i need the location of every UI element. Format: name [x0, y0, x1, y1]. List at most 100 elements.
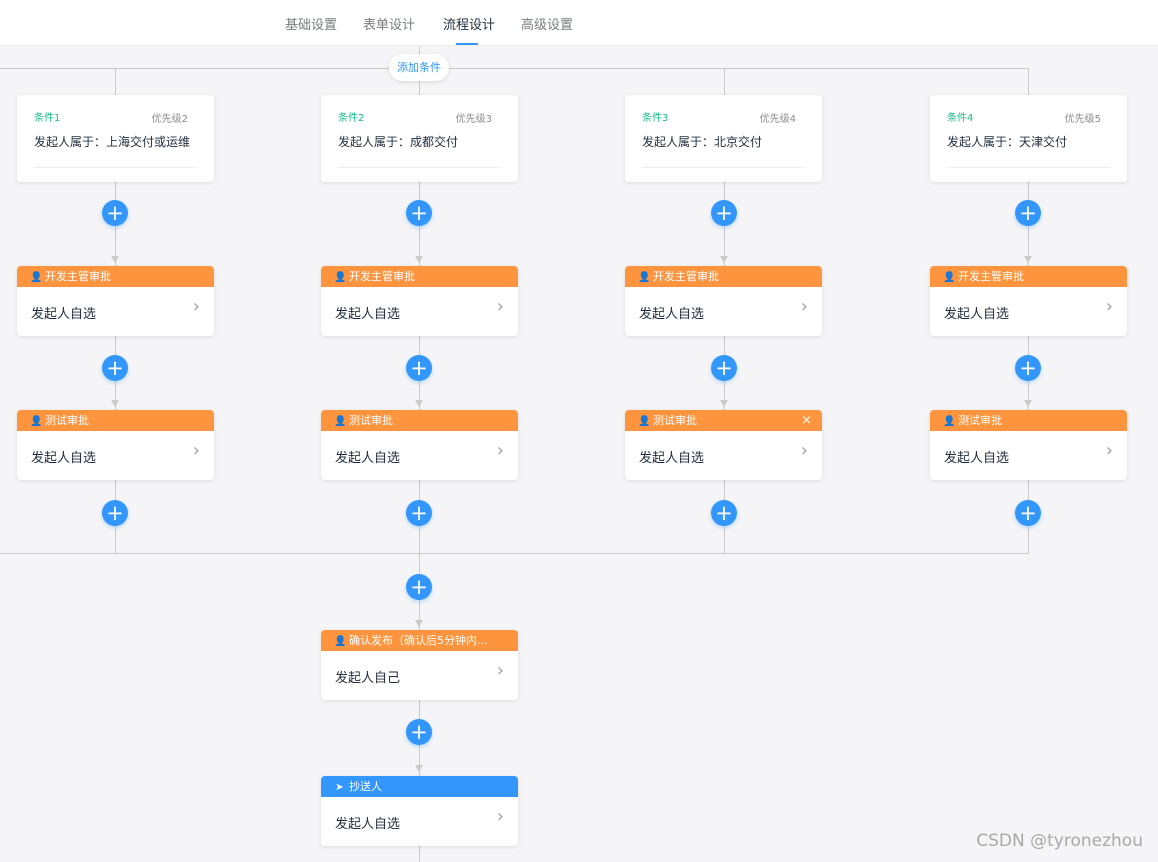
tab-form-design[interactable]: 表单设计 — [363, 14, 415, 33]
node-title: 开发主管审批 — [45, 270, 111, 283]
top-tab-bar: 基础设置 表单设计 流程设计 高级设置 — [0, 0, 1158, 46]
user-icon: 👤 — [30, 272, 43, 283]
add-node-button[interactable]: + — [406, 574, 432, 600]
chevron-right-icon: › — [192, 296, 200, 317]
user-icon: 👤 — [638, 272, 651, 283]
approver-node[interactable]: 👤 开发主管审批 发起人自选 › — [930, 266, 1127, 336]
add-condition-button[interactable]: 添加条件 — [389, 54, 449, 81]
condition-content: 发起人属于：北京交付 — [642, 135, 763, 149]
node-content: 发起人自己 — [335, 671, 401, 686]
node-header: ➤ 抄送人 — [321, 776, 518, 797]
chevron-right-icon: › — [800, 440, 808, 461]
tab-process-design[interactable]: 流程设计 — [443, 14, 495, 33]
send-icon: ➤ — [335, 782, 344, 793]
node-title: 测试审批 — [653, 414, 697, 427]
node-header: 👤 开发主管审批 — [930, 266, 1127, 287]
node-header: 👤 测试审批 — [930, 410, 1127, 431]
approver-node[interactable]: 👤 测试审批 发起人自选 › — [930, 410, 1127, 480]
condition-card-4[interactable]: 条件4 优先级5 发起人属于：天津交付 — [930, 95, 1127, 182]
condition-content: 发起人属于：上海交付或运维 — [34, 135, 191, 149]
add-node-button[interactable]: + — [102, 500, 128, 526]
node-content: 发起人自选 — [31, 451, 97, 466]
add-node-button[interactable]: + — [711, 355, 737, 381]
divider — [338, 167, 501, 168]
approver-node[interactable]: 👤 开发主管审批 发起人自选 › — [321, 266, 518, 336]
node-content: 发起人自选 — [944, 307, 1010, 322]
add-node-button[interactable]: + — [1015, 200, 1041, 226]
divider — [947, 167, 1110, 168]
approver-node[interactable]: 👤 测试审批 发起人自选 › — [17, 410, 214, 480]
add-node-button[interactable]: + — [406, 355, 432, 381]
node-title: 抄送人 — [349, 780, 382, 793]
node-header: 👤 开发主管审批 — [625, 266, 822, 287]
node-title: 开发主管审批 — [349, 270, 415, 283]
node-title: 测试审批 — [958, 414, 1002, 427]
add-node-button[interactable]: + — [406, 500, 432, 526]
condition-title: 条件3 — [642, 113, 669, 124]
add-node-button[interactable]: + — [1015, 355, 1041, 381]
node-header: 👤 开发主管审批 — [321, 266, 518, 287]
approver-node[interactable]: 👤 开发主管审批 发起人自选 › — [625, 266, 822, 336]
add-node-button[interactable]: + — [406, 719, 432, 745]
chevron-right-icon: › — [496, 660, 504, 681]
watermark: CSDN @tyronezhou — [976, 831, 1143, 851]
node-content: 发起人自选 — [944, 451, 1010, 466]
divider — [642, 167, 805, 168]
chevron-right-icon: › — [496, 806, 504, 827]
close-icon[interactable]: × — [801, 410, 812, 431]
publish-confirm-node[interactable]: 👤 确认发布（确认后5分钟内... 发起人自己 › — [321, 630, 518, 700]
chevron-right-icon: › — [1105, 440, 1113, 461]
node-content: 发起人自选 — [639, 307, 705, 322]
chevron-right-icon: › — [496, 440, 504, 461]
condition-content: 发起人属于：天津交付 — [947, 135, 1068, 149]
condition-priority: 优先级2 — [151, 114, 188, 125]
user-icon: 👤 — [638, 416, 651, 427]
node-content: 发起人自选 — [639, 451, 705, 466]
condition-priority: 优先级5 — [1064, 114, 1101, 125]
chevron-right-icon: › — [496, 296, 504, 317]
condition-title: 条件2 — [338, 113, 365, 124]
node-header: 👤 测试审批 — [321, 410, 518, 431]
node-content: 发起人自选 — [31, 307, 97, 322]
condition-card-2[interactable]: 条件2 优先级3 发起人属于：成都交付 — [321, 95, 518, 182]
condition-title: 条件4 — [947, 113, 974, 124]
add-node-button[interactable]: + — [102, 355, 128, 381]
approver-node[interactable]: 👤 开发主管审批 发起人自选 › — [17, 266, 214, 336]
node-header: 👤 测试审批 — [17, 410, 214, 431]
user-icon: 👤 — [30, 416, 43, 427]
node-title: 测试审批 — [349, 414, 393, 427]
add-node-button[interactable]: + — [1015, 500, 1041, 526]
tab-advanced-settings[interactable]: 高级设置 — [521, 14, 573, 33]
user-icon: 👤 — [334, 272, 347, 283]
condition-title: 条件1 — [34, 113, 61, 124]
node-content: 发起人自选 — [335, 307, 401, 322]
node-header: 👤 开发主管审批 — [17, 266, 214, 287]
approver-node[interactable]: 👤 测试审批 发起人自选 › — [321, 410, 518, 480]
add-node-button[interactable]: + — [102, 200, 128, 226]
condition-priority: 优先级3 — [455, 114, 492, 125]
approver-node[interactable]: 👤 测试审批 × 发起人自选 › — [625, 410, 822, 480]
add-node-button[interactable]: + — [406, 200, 432, 226]
user-icon: 👤 — [943, 272, 956, 283]
tab-basic-settings[interactable]: 基础设置 — [285, 14, 337, 33]
node-content: 发起人自选 — [335, 817, 401, 832]
node-title: 开发主管审批 — [653, 270, 719, 283]
add-node-button[interactable]: + — [711, 200, 737, 226]
divider — [34, 167, 197, 168]
condition-priority: 优先级4 — [759, 114, 796, 125]
user-icon: 👤 — [334, 416, 347, 427]
user-icon: 👤 — [334, 636, 347, 647]
chevron-right-icon: › — [192, 440, 200, 461]
cc-node[interactable]: ➤ 抄送人 发起人自选 › — [321, 776, 518, 846]
node-title: 测试审批 — [45, 414, 89, 427]
chevron-right-icon: › — [800, 296, 808, 317]
node-header: 👤 测试审批 — [625, 410, 822, 431]
add-node-button[interactable]: + — [711, 500, 737, 526]
node-header: 👤 确认发布（确认后5分钟内... — [321, 630, 518, 651]
condition-card-3[interactable]: 条件3 优先级4 发起人属于：北京交付 — [625, 95, 822, 182]
chevron-right-icon: › — [1105, 296, 1113, 317]
active-tab-indicator — [456, 43, 478, 45]
condition-card-1[interactable]: 条件1 优先级2 发起人属于：上海交付或运维 — [17, 95, 214, 182]
node-content: 发起人自选 — [335, 451, 401, 466]
node-title: 开发主管审批 — [958, 270, 1024, 283]
